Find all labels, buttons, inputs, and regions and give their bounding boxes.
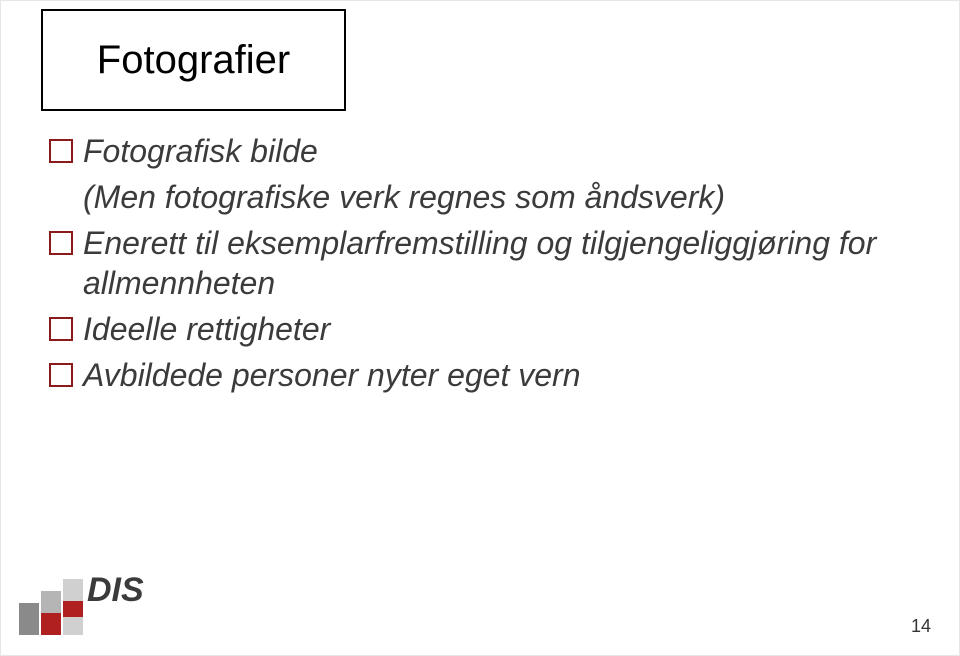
slide: Fotografier Fotografisk bilde (Men fotog…	[0, 0, 960, 656]
page-number: 14	[911, 616, 931, 637]
title-box: Fotografier	[41, 9, 346, 111]
list-item: Fotografisk bilde	[49, 131, 909, 171]
bullet-icon	[49, 139, 73, 163]
bullet-list: Fotografisk bilde (Men fotografiske verk…	[49, 131, 909, 401]
bullet-icon	[49, 231, 73, 255]
bullet-continuation: (Men fotografiske verk regnes som åndsve…	[83, 177, 909, 217]
bullet-text: Fotografisk bilde	[83, 131, 318, 171]
bullet-text: Ideelle rettigheter	[83, 309, 330, 349]
list-item: Ideelle rettigheter	[49, 309, 909, 349]
list-item: Avbildede personer nyter eget vern	[49, 355, 909, 395]
logo-icon: DIS	[19, 555, 169, 635]
bullet-text: Enerett til eksemplarfremstilling og til…	[83, 223, 909, 303]
bullet-text: Avbildede personer nyter eget vern	[83, 355, 581, 395]
bullet-icon	[49, 363, 73, 387]
bullet-icon	[49, 317, 73, 341]
page-title: Fotografier	[97, 38, 290, 83]
list-item: Enerett til eksemplarfremstilling og til…	[49, 223, 909, 303]
svg-text:DIS: DIS	[87, 571, 144, 609]
